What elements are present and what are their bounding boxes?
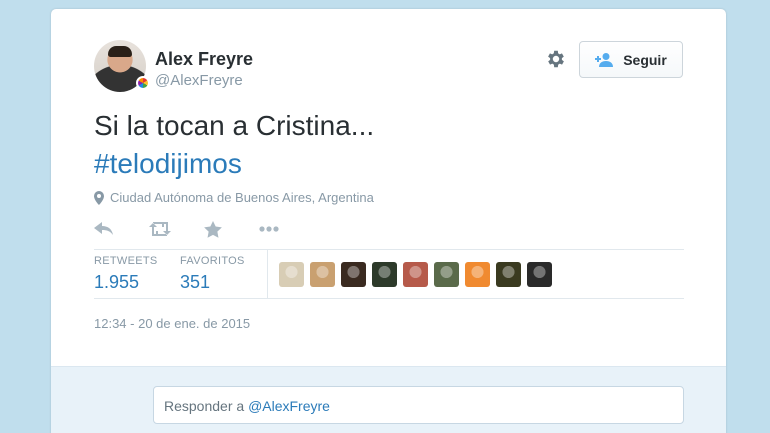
favoriter-avatar[interactable] (465, 262, 490, 287)
reply-prefix: Responder a (164, 398, 249, 414)
tweet-timestamp[interactable]: 12:34 - 20 de ene. de 2015 (94, 316, 250, 331)
avatar-hair (108, 46, 132, 57)
tweet-text: Si la tocan a Cristina... #telodijimos (94, 107, 374, 183)
retweets-label: RETWEETS (94, 255, 158, 267)
favoriter-avatar[interactable] (527, 262, 552, 287)
user-handle[interactable]: @AlexFreyre (155, 72, 243, 89)
follow-label: Seguir (623, 51, 667, 68)
retweet-icon (149, 222, 171, 236)
more-icon (259, 226, 279, 232)
tweet-card: Alex Freyre @AlexFreyre Seguir Si la toc… (51, 9, 726, 433)
favoriter-avatar[interactable] (341, 262, 366, 287)
retweets-count: 1.955 (94, 272, 140, 292)
location-text: Ciudad Autónoma de Buenos Aires, Argenti… (110, 190, 374, 205)
tweet-body: Si la tocan a Cristina... (94, 110, 375, 141)
tweet-stats: RETWEETS 1.955 FAVORITOS 351 (94, 255, 266, 293)
rainbow-badge-icon (136, 76, 150, 90)
reply-area: Responder a @AlexFreyre (51, 366, 726, 433)
favoriter-avatars (279, 262, 552, 287)
favoriter-avatar[interactable] (310, 262, 335, 287)
favoriter-avatar[interactable] (279, 262, 304, 287)
favorites-count: 351 (180, 272, 211, 292)
reply-button[interactable] (94, 218, 149, 240)
avatar[interactable] (94, 40, 150, 92)
favorite-star-icon (204, 220, 222, 238)
add-user-icon (595, 52, 614, 67)
location-pin-icon (94, 190, 104, 205)
tweet-actions (94, 218, 314, 240)
more-button[interactable] (259, 218, 314, 240)
reply-icon (94, 222, 113, 235)
favorite-button[interactable] (204, 218, 259, 240)
reply-input[interactable]: Responder a @AlexFreyre (153, 386, 684, 424)
favoriter-avatar[interactable] (372, 262, 397, 287)
stats-separator (267, 250, 268, 298)
hashtag-link[interactable]: #telodijimos (94, 145, 374, 183)
favorites-label: FAVORITOS (180, 255, 245, 267)
divider (94, 298, 684, 299)
user-name[interactable]: Alex Freyre (155, 49, 253, 70)
favorites-stat[interactable]: FAVORITOS 351 (180, 255, 266, 293)
favoriter-avatar[interactable] (496, 262, 521, 287)
retweets-stat[interactable]: RETWEETS 1.955 (94, 255, 180, 293)
follow-button[interactable]: Seguir (579, 41, 683, 78)
divider (94, 249, 684, 250)
tweet-location[interactable]: Ciudad Autónoma de Buenos Aires, Argenti… (94, 190, 374, 205)
favoriter-avatar[interactable] (403, 262, 428, 287)
favoriter-avatar[interactable] (434, 262, 459, 287)
reply-mention: @AlexFreyre (248, 398, 330, 414)
retweet-button[interactable] (149, 218, 204, 240)
gear-icon[interactable] (545, 48, 567, 70)
